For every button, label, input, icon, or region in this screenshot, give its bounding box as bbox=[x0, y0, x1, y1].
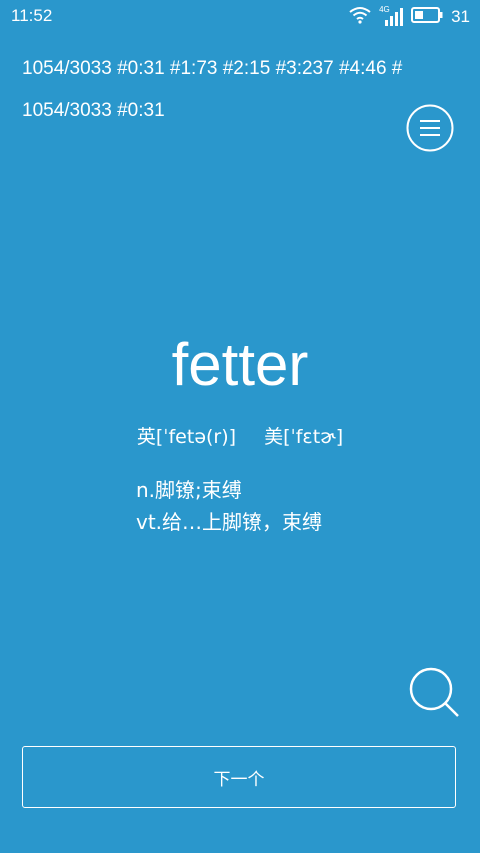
signal-icon: 4G bbox=[379, 5, 404, 26]
menu-icon bbox=[406, 104, 454, 152]
word-card-screen: 11:52 4G 31 1054/3033 #0:31 #1:73 #2:15 … bbox=[0, 0, 480, 853]
phonetic-us[interactable]: 美[ˈfɛtɚ] bbox=[264, 426, 343, 448]
status-bar: 11:52 4G 31 bbox=[0, 0, 480, 34]
status-icons: 4G 31 bbox=[349, 5, 470, 28]
search-button[interactable] bbox=[406, 664, 462, 720]
phonetic-uk[interactable]: 英[ˈfetə(r)] bbox=[137, 426, 236, 448]
wifi-icon bbox=[349, 6, 371, 28]
phonetics: 英[ˈfetə(r)] 美[ˈfɛtɚ] bbox=[0, 422, 480, 449]
menu-button[interactable] bbox=[406, 104, 454, 152]
progress-counter: 1054/3033 #0:31 bbox=[22, 100, 165, 121]
search-icon bbox=[409, 667, 459, 717]
headword: fetter bbox=[171, 331, 309, 398]
stats-ticker: 1054/3033 #0:31 #1:73 #2:15 #3:237 #4:46… bbox=[22, 58, 403, 79]
battery-level: 31 bbox=[451, 7, 470, 26]
definition-item: vt.给…上脚镣，束缚 bbox=[136, 510, 323, 534]
status-time: 11:52 bbox=[11, 6, 53, 25]
battery-icon bbox=[411, 7, 443, 27]
definitions: n.脚镣;束缚 vt.给…上脚镣，束缚 bbox=[136, 474, 322, 538]
definition-item: n.脚镣;束缚 bbox=[136, 478, 242, 502]
next-button[interactable]: 下一个 bbox=[22, 746, 456, 808]
